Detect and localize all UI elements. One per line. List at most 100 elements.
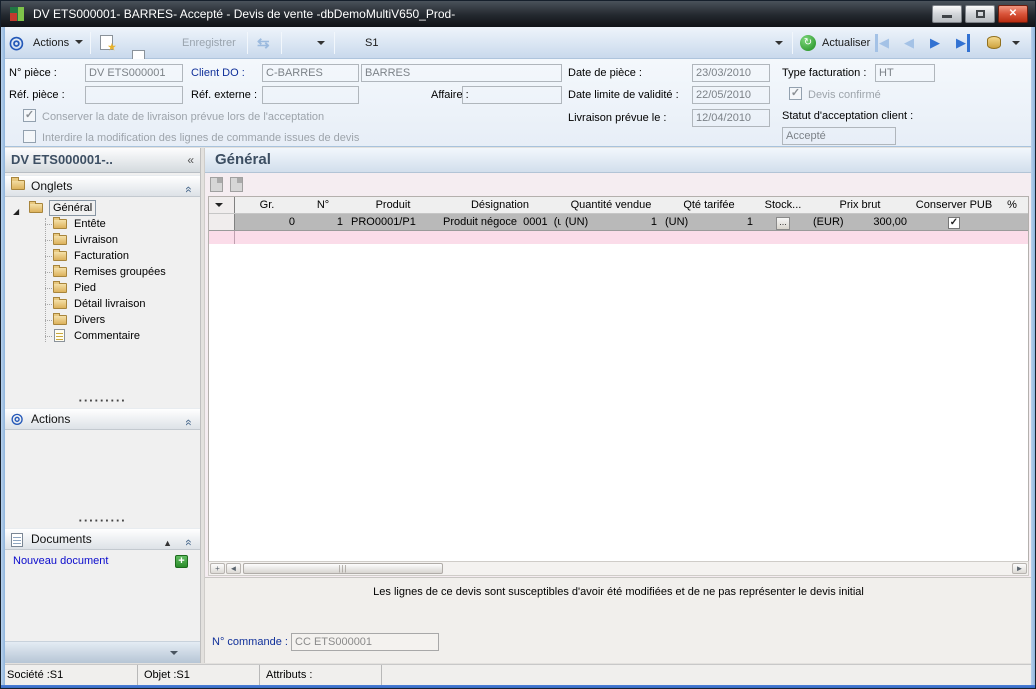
client-do-label[interactable]: Client DO :	[191, 67, 245, 79]
folder-icon	[53, 249, 67, 261]
tree-node-label[interactable]: Divers	[74, 312, 105, 328]
actions-section-header[interactable]: ◎ Actions «	[5, 408, 200, 430]
col-header-qte-tarifee[interactable]: Qté tarifée	[661, 197, 757, 213]
sidebar-dropdown-icon[interactable]	[170, 651, 178, 655]
sidebar-splitter[interactable]: ·········	[5, 394, 200, 407]
col-header-designation[interactable]: Désignation	[439, 197, 561, 213]
scroll-left-button[interactable]: ◄	[226, 563, 241, 574]
sidebar: DV ETS000001-.. « Onglets « ◢ Général En…	[5, 148, 201, 663]
collapse-section-icon[interactable]: «	[178, 186, 199, 193]
onglets-title: Onglets	[31, 179, 73, 193]
new-document-link[interactable]: Nouveau document	[13, 555, 108, 567]
grid-empty-area[interactable]	[209, 244, 1028, 563]
close-button[interactable]: ✕	[998, 5, 1028, 23]
content-area: DV ETS000001-.. « Onglets « ◢ Général En…	[1, 147, 1035, 664]
folder-icon	[53, 297, 67, 309]
print-dropdown-icon[interactable]	[317, 41, 325, 45]
livraison-prevue-field: 12/04/2010	[692, 109, 770, 127]
actualiser-icon[interactable]: ↻	[800, 35, 816, 51]
minimize-button[interactable]	[932, 5, 962, 23]
date-piece-field: 23/03/2010	[692, 64, 770, 82]
col-header-conserver-pub[interactable]: Conserver PUB	[911, 197, 997, 213]
stock-ellipsis-button[interactable]: ...	[776, 217, 790, 230]
tree-node-detail-livraison[interactable]: Détail livraison	[5, 296, 200, 312]
filter-dropdown-icon[interactable]	[775, 41, 783, 45]
conserver-pub-checkbox[interactable]: ✓	[948, 217, 960, 229]
tree-node-entete[interactable]: Entête	[5, 216, 200, 232]
next-record-icon[interactable]: ▶	[930, 34, 940, 52]
collapse-arrow-icon[interactable]: ▲	[163, 533, 172, 554]
tree-node-label[interactable]: Livraison	[74, 232, 118, 248]
last-record-icon[interactable]: ▶	[956, 34, 970, 52]
sidebar-bottom-bar[interactable]	[5, 641, 200, 663]
cell-prix-brut[interactable]: (EUR) 300,00	[809, 214, 911, 230]
note-icon	[54, 329, 65, 342]
scroll-right-button[interactable]: ►	[1012, 563, 1027, 574]
scrollbar-thumb[interactable]: |||	[243, 563, 443, 574]
col-header-stock[interactable]: Stock...	[757, 197, 809, 213]
restore-button[interactable]	[965, 5, 995, 23]
tree-node-divers[interactable]: Divers	[5, 312, 200, 328]
add-line-button[interactable]: +	[210, 563, 225, 574]
tree-node-pied[interactable]: Pied	[5, 280, 200, 296]
actions-section-title: Actions	[31, 412, 71, 426]
actions-section-icon: ◎	[11, 410, 24, 426]
tree-node-label[interactable]: Entête	[74, 216, 106, 232]
sidebar-splitter[interactable]: ·········	[5, 514, 200, 527]
tree-node-commentaire[interactable]: Commentaire	[5, 328, 200, 344]
new-document-icon[interactable]: ★	[100, 35, 116, 52]
previous-record-icon[interactable]: ◀	[904, 34, 914, 52]
col-header-prix-brut[interactable]: Prix brut	[809, 197, 911, 213]
actions-dropdown-icon[interactable]	[75, 40, 83, 44]
col-header-num[interactable]: N°	[299, 197, 347, 213]
cell-qte-tarifee[interactable]: (UN) 1	[661, 214, 757, 230]
actualiser-button[interactable]: Actualiser	[822, 37, 870, 49]
first-record-icon[interactable]: ◀	[875, 34, 889, 52]
cell-gr[interactable]: 0	[235, 214, 299, 230]
toolbar-separator	[247, 32, 248, 54]
tree-node-facturation[interactable]: Facturation	[5, 248, 200, 264]
actions-menu-button[interactable]: Actions	[33, 37, 69, 49]
conserver-date-label: Conserver la date de livraison prévue lo…	[42, 111, 325, 123]
tree-node-label[interactable]: Facturation	[74, 248, 129, 264]
cell-designation[interactable]: Produit négoce 0001 (unité	[439, 214, 561, 230]
collapse-section-icon[interactable]: «	[178, 539, 199, 546]
tree-node-label[interactable]: Commentaire	[74, 328, 140, 344]
collapse-panel-icon[interactable]: «	[187, 148, 194, 172]
devis-notice-text: Les lignes de ce devis sont susceptibles…	[373, 586, 864, 598]
collapse-section-icon[interactable]: «	[178, 419, 199, 426]
grid-options-button[interactable]	[209, 197, 235, 213]
client-code-field: C-BARRES	[262, 64, 359, 82]
folder-icon	[53, 281, 67, 293]
documents-section-title: Documents	[31, 532, 92, 546]
grid-row-selected[interactable]: 0 1 PRO0001/P1 Produit négoce 0001 (unit…	[209, 214, 1028, 231]
tree-root-label[interactable]: Général	[49, 200, 97, 216]
col-header-pct[interactable]: %	[997, 197, 1027, 213]
tree-node-label[interactable]: Pied	[74, 280, 96, 296]
tree-node-label[interactable]: Remises groupées	[74, 264, 166, 280]
cell-qte-vendue[interactable]: (UN) 1	[561, 214, 661, 230]
col-header-gr[interactable]: Gr.	[235, 197, 299, 213]
database-icon[interactable]	[987, 36, 1001, 49]
onglets-section-header[interactable]: Onglets «	[5, 175, 200, 197]
onglets-folder-icon	[11, 177, 25, 190]
horizontal-scrollbar[interactable]: + ◄ ||| ►	[208, 561, 1029, 576]
cell-num[interactable]: 1	[299, 214, 347, 230]
add-document-icon[interactable]: +	[175, 555, 188, 568]
tree-node-general[interactable]: ◢ Général	[5, 200, 200, 216]
col-header-produit[interactable]: Produit	[347, 197, 439, 213]
commande-label: N° commande :	[212, 636, 288, 648]
status-objet: Objet :S1	[138, 665, 260, 685]
tree-node-livraison[interactable]: Livraison	[5, 232, 200, 248]
tree-node-remises[interactable]: Remises groupées	[5, 264, 200, 280]
cell-produit[interactable]: PRO0001/P1	[347, 214, 439, 230]
grid-new-row[interactable]	[209, 231, 1028, 244]
tree-node-label[interactable]: Détail livraison	[74, 296, 146, 312]
documents-section-header[interactable]: Documents ▲ «	[5, 528, 200, 550]
piece-label: N° pièce :	[9, 67, 57, 79]
grid-dropdown-icon	[215, 203, 223, 207]
col-header-qte-vendue[interactable]: Quantité vendue	[561, 197, 661, 213]
toolbar-separator	[334, 32, 335, 54]
database-dropdown-icon[interactable]	[1012, 41, 1020, 45]
minimize-icon	[942, 15, 952, 18]
